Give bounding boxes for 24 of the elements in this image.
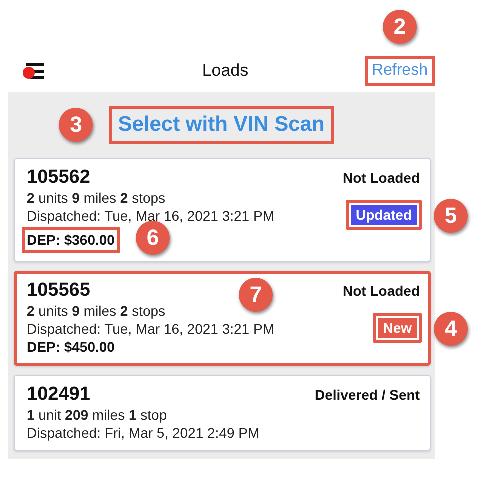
load-status: Delivered / Sent [314, 387, 420, 403]
load-card[interactable]: 102491 Delivered / Sent 1 unit 209 miles 1 stop Dispatched: Fri, Mar 5, 2021 2:49 PM [14, 375, 431, 451]
load-status: Not Loaded [343, 283, 420, 299]
load-summary: 1 unit 209 miles 1 stop [27, 406, 168, 424]
callout-number: 2 [382, 10, 417, 44]
load-number: 105565 [27, 280, 90, 302]
load-status: Not Loaded [343, 170, 420, 186]
dispatched-date: Dispatched: Tue, Mar 16, 2021 3:21 PM [27, 320, 274, 338]
screen-title: Loads [202, 61, 249, 81]
callout-number: 3 [59, 108, 94, 142]
status-badge: New [373, 313, 422, 343]
deposit-amount: DEP: $360.00 [22, 227, 120, 253]
callout-number: 5 [434, 199, 468, 233]
dispatched-date: Dispatched: Fri, Mar 5, 2021 2:49 PM [27, 424, 260, 442]
menu-icon[interactable] [22, 61, 46, 81]
status-badge: Updated [346, 200, 422, 230]
callout-number: 6 [136, 221, 170, 255]
callout-number: 4 [434, 312, 468, 346]
load-summary: 2 units 9 miles 2 stops [27, 302, 167, 320]
load-number: 105562 [27, 167, 90, 189]
deposit-amount: DEP: $450.00 [27, 338, 115, 356]
load-summary: 2 units 9 miles 2 stops [27, 189, 167, 207]
callout-number: 7 [239, 278, 273, 312]
load-number: 102491 [27, 384, 90, 406]
